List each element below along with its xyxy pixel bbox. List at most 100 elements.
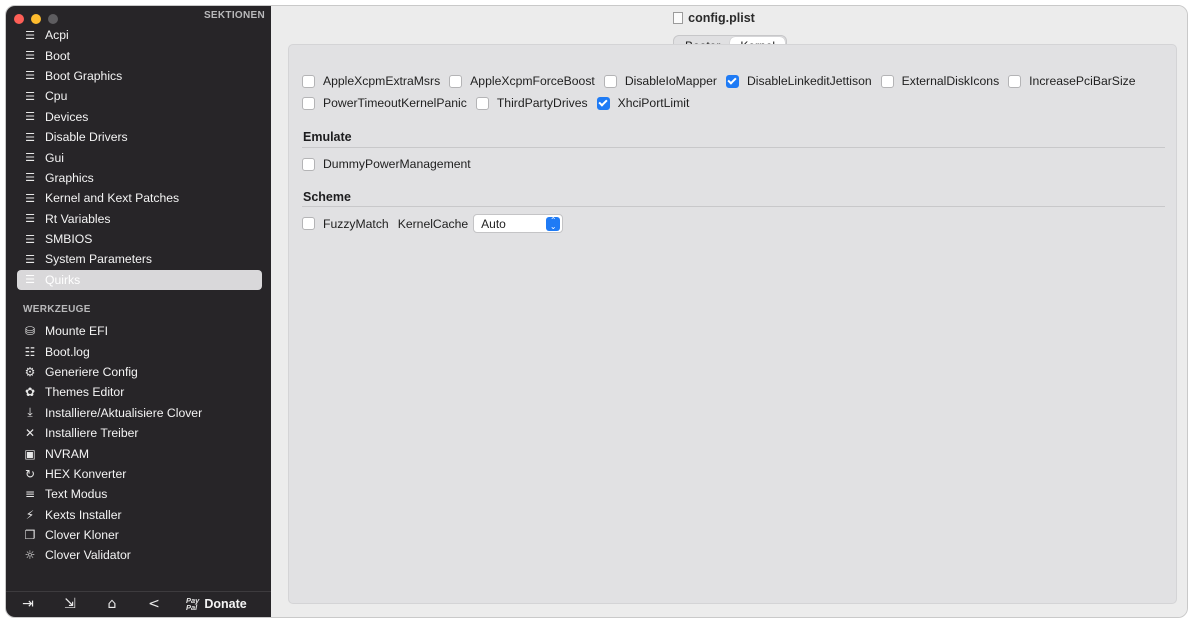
sidebar-item-label: Gui — [45, 150, 64, 165]
tool-mount-efi[interactable]: ⛁ Mounte EFI — [17, 321, 262, 341]
sidebar-item-label: System Parameters — [45, 252, 153, 267]
checkbox-box-checked[interactable] — [596, 96, 610, 110]
chip-icon: ▣ — [24, 446, 36, 461]
checkbox-label: ExternalDiskIcons — [901, 74, 1000, 88]
checkbox-box[interactable] — [449, 74, 463, 88]
minimize-window-button[interactable] — [31, 14, 41, 24]
section-title-emulate: Emulate — [303, 130, 352, 144]
sidebar-item-gui[interactable]: ☰ Gui — [17, 147, 262, 167]
sidebar-item-smbios[interactable]: ☰ SMBIOS — [17, 229, 262, 249]
kernelcache-label: KernelCache — [397, 216, 469, 231]
sidebar-bottom-bar: ⇥ ⇲ ⌂ < Pay Pal Donate — [6, 591, 271, 617]
tool-clover-validator[interactable]: ☼ Clover Validator — [17, 545, 262, 565]
tool-boot-log[interactable]: ☷ Boot.log — [17, 341, 262, 361]
checkbox-box[interactable] — [475, 96, 489, 110]
sidebar-item-boot-graphics[interactable]: ☰ Boot Graphics — [17, 66, 262, 86]
tool-text-mode[interactable]: ≡ Text Modus — [17, 484, 262, 504]
sidebar-item-label: Acpi — [45, 28, 69, 43]
list-icon: ☰ — [25, 69, 35, 83]
paypal-logo-bottom: Pal — [186, 603, 198, 612]
donate-button[interactable]: Pay Pal Donate — [186, 597, 247, 612]
checkbox-applexcpmextramsrs[interactable]: AppleXcpmExtraMsrs — [302, 74, 440, 88]
tool-generate-config[interactable]: ⚙ Generiere Config — [17, 362, 262, 382]
sidebar-item-rt-variables[interactable]: ☰ Rt Variables — [17, 209, 262, 229]
checkbox-increasepcibarsize[interactable]: IncreasePciBarSize — [1008, 74, 1136, 88]
download-icon: ⤓ — [27, 405, 33, 420]
section-divider — [302, 147, 1165, 148]
sidebar-item-cpu[interactable]: ☰ Cpu — [17, 86, 262, 106]
checkbox-box[interactable] — [302, 96, 315, 110]
tools-header: WERKZEUGE — [23, 304, 91, 315]
tool-themes-editor[interactable]: ✿ Themes Editor — [17, 382, 262, 402]
checkbox-box[interactable] — [603, 74, 617, 88]
checkbox-label: XhciPortLimit — [617, 96, 690, 110]
kernel-quirks-row-1: AppleXcpmExtraMsrs AppleXcpmForceBoost D… — [302, 74, 1145, 88]
sidebar-item-quirks[interactable]: ☰ Quirks — [17, 269, 262, 290]
checkbox-fuzzymatch[interactable]: FuzzyMatch — [302, 217, 389, 231]
list-icon: ☰ — [25, 171, 35, 185]
sidebar-item-disable-drivers[interactable]: ☰ Disable Drivers — [17, 127, 262, 147]
window-controls — [14, 14, 58, 24]
text-lines-icon: ≡ — [24, 487, 36, 502]
sections-header: SEKTIONEN — [203, 10, 265, 21]
checkbox-dummypowermanagement[interactable]: DummyPowerManagement — [302, 157, 471, 171]
list-icon: ☰ — [25, 28, 35, 42]
checkbox-xhciportlimit[interactable]: XhciPortLimit — [596, 96, 690, 110]
checkbox-box[interactable] — [302, 74, 315, 88]
checkbox-label: DisableLinkeditJettison — [746, 74, 872, 88]
zoom-window-button[interactable] — [48, 14, 58, 24]
share-icon[interactable]: < — [144, 594, 164, 614]
tool-label: HEX Konverter — [45, 466, 127, 481]
sidebar-item-system-parameters[interactable]: ☰ System Parameters — [17, 249, 262, 269]
tool-label: Text Modus — [45, 487, 108, 502]
home-icon[interactable]: ⌂ — [102, 594, 122, 614]
list-icon: ☰ — [25, 191, 35, 205]
sidebar-item-label: Graphics — [45, 170, 94, 185]
sidebar-item-devices[interactable]: ☰ Devices — [17, 107, 262, 127]
checkbox-label: IncreasePciBarSize — [1029, 74, 1136, 88]
tool-label: Kexts Installer — [45, 507, 122, 522]
close-window-button[interactable] — [14, 14, 24, 24]
tool-install-clover[interactable]: ⤓ Installiere/Aktualisiere Clover — [17, 403, 262, 423]
sidebar-item-label: Kernel and Kext Patches — [45, 191, 180, 206]
document-icon — [673, 12, 684, 24]
sidebar-item-label: Boot — [45, 48, 71, 63]
login-icon[interactable]: ⇥ — [18, 594, 38, 614]
checkbox-disableiomapper[interactable]: DisableIoMapper — [603, 74, 717, 88]
tool-label: Installiere Treiber — [45, 426, 139, 441]
tool-label: Clover Validator — [45, 548, 131, 563]
checkbox-externaldiskicons[interactable]: ExternalDiskIcons — [880, 74, 1000, 88]
sidebar-item-boot[interactable]: ☰ Boot — [17, 45, 262, 65]
list-icon: ☰ — [25, 273, 35, 287]
sidebar-item-label: Disable Drivers — [45, 130, 128, 145]
list-icon: ☰ — [25, 212, 35, 226]
tool-install-drivers[interactable]: ✕ Installiere Treiber — [17, 423, 262, 443]
checkbox-thirdpartydrives[interactable]: ThirdPartyDrives — [475, 96, 588, 110]
tool-nvram[interactable]: ▣ NVRAM — [17, 443, 262, 463]
tool-hex-converter[interactable]: ↻ HEX Konverter — [17, 464, 262, 484]
disk-icon: ⛁ — [24, 324, 36, 339]
checkbox-box-checked[interactable] — [725, 74, 739, 88]
checkbox-box[interactable] — [302, 157, 315, 171]
checkbox-disablelinkeditjettison[interactable]: DisableLinkeditJettison — [725, 74, 872, 88]
sidebar-item-label: Rt Variables — [45, 211, 111, 226]
tool-clover-cloner[interactable]: ❐ Clover Kloner — [17, 525, 262, 545]
emulate-row: DummyPowerManagement — [302, 157, 480, 171]
main-panel: config.plist Booter Kernel AppleXcpmExtr… — [271, 6, 1187, 617]
checkbox-box[interactable] — [1008, 74, 1022, 88]
checkbox-powertimeoutkernelpanic[interactable]: PowerTimeoutKernelPanic — [302, 96, 467, 110]
kernelcache-select[interactable]: Auto ⌃ ⌄ — [473, 214, 564, 233]
export-icon[interactable]: ⇲ — [60, 594, 80, 614]
sidebar-item-graphics[interactable]: ☰ Graphics — [17, 168, 262, 188]
sidebar-item-acpi[interactable]: ☰ Acpi — [17, 25, 262, 45]
checkbox-applexcpmforceboost[interactable]: AppleXcpmForceBoost — [449, 74, 595, 88]
gears-icon: ⚙ — [24, 364, 36, 379]
tool-label: Boot.log — [45, 344, 90, 359]
tool-kexts-installer[interactable]: ⚡ Kexts Installer — [17, 505, 262, 525]
checkbox-box[interactable] — [880, 74, 894, 88]
sidebar-item-kernel-and-kext-patches[interactable]: ☰ Kernel and Kext Patches — [17, 188, 262, 208]
convert-icon: ↻ — [24, 466, 36, 481]
lightbulb-icon: ☼ — [24, 548, 36, 563]
checkbox-box[interactable] — [302, 217, 315, 230]
list-icon: ☰ — [25, 232, 35, 246]
